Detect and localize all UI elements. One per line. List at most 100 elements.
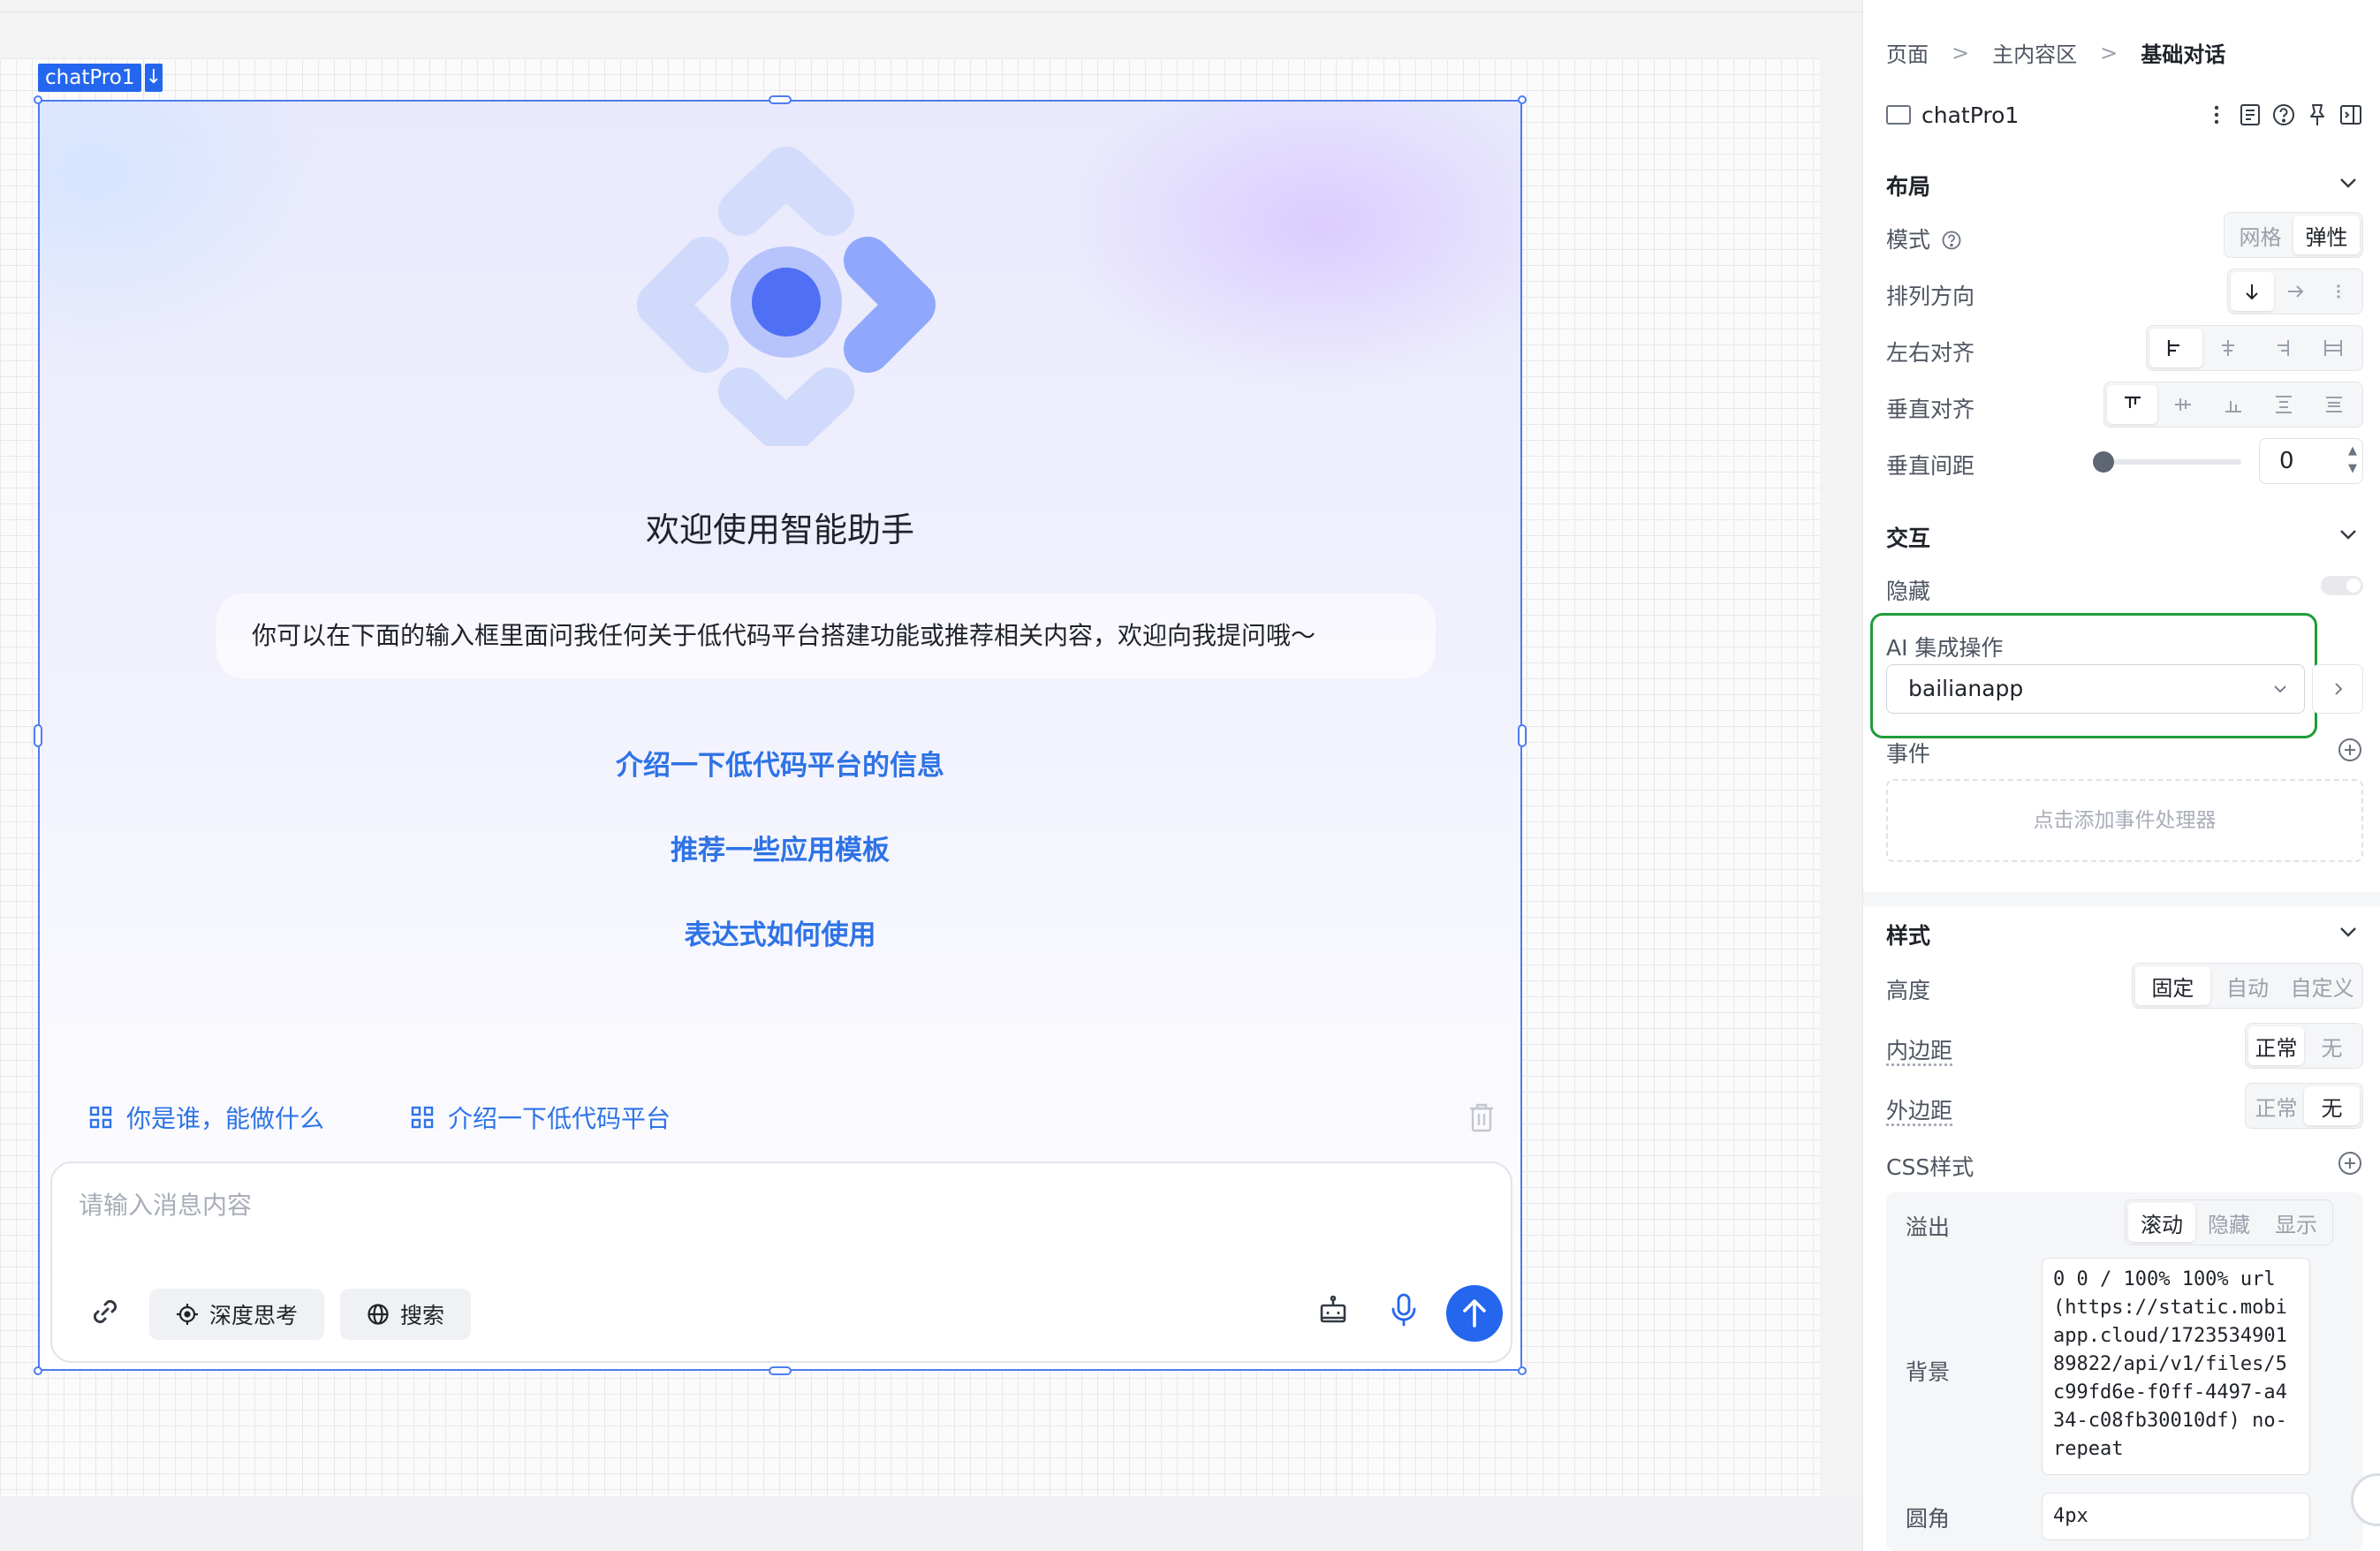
padding-option-none[interactable]: 无 [2304,1026,2360,1065]
pin-icon[interactable] [2305,102,2330,127]
add-event-plus-icon[interactable] [2337,737,2363,763]
message-input-placeholder[interactable]: 请输入消息内容 [79,1186,252,1222]
toggle-knob [2346,579,2361,593]
search-button[interactable]: 搜索 [340,1289,472,1340]
overflow-option-visible[interactable]: 显示 [2263,1203,2330,1242]
help-icon[interactable] [1941,230,1962,251]
interaction-section-title[interactable]: 交互 [1886,521,1930,553]
direction-label: 排列方向 [1886,284,1975,309]
stepper-arrows-icon[interactable]: ▲ ▼ [2348,443,2357,478]
vertical-align-control [2103,382,2363,427]
valign-middle[interactable] [2157,385,2208,424]
vertical-gap-slider-handle[interactable] [2093,451,2114,473]
align-right-icon [2277,340,2289,356]
deep-think-label: 深度思考 [209,1303,299,1328]
resize-handle-bottom-left[interactable] [34,1366,42,1375]
chevron-down-icon[interactable] [2338,173,2358,193]
attach-link-icon[interactable] [87,1294,123,1329]
breadcrumb-separator: > [2100,40,2119,65]
send-button[interactable] [1446,1285,1503,1342]
vertical-gap-slider[interactable] [2100,459,2241,465]
suggestion-2[interactable]: 推荐一些应用模板 [40,828,1520,867]
select-parent-arrow[interactable]: ↓ [145,64,163,92]
direction-horizontal[interactable] [2274,272,2317,311]
quick-action-1[interactable]: 你是谁，能做什么 [89,1100,324,1135]
panel-collapse-icon[interactable] [2338,102,2363,127]
style-section-title[interactable]: 样式 [1886,919,1930,950]
align-right[interactable] [2255,329,2308,367]
chevron-down-icon[interactable] [2338,525,2358,544]
robot-icon[interactable] [1317,1294,1349,1326]
mode-option-grid[interactable]: 网格 [2227,216,2293,254]
space-around-icon [2326,397,2343,412]
resize-handle-top[interactable] [769,95,792,104]
chevron-down-icon[interactable] [2338,922,2358,942]
css-style-label: CSS样式 [1886,1154,1974,1180]
radius-input[interactable]: 4px [2042,1493,2310,1540]
height-option-fixed[interactable]: 固定 [2135,966,2210,1005]
align-stretch[interactable] [2308,329,2361,367]
suggestion-1[interactable]: 介绍一下低代码平台的信息 [40,743,1520,783]
valign-space-between[interactable] [2259,385,2309,424]
direction-wrap[interactable] [2316,272,2360,311]
resize-handle-top-right[interactable] [1518,95,1527,104]
welcome-title: 欢迎使用智能助手 [645,511,914,549]
horizontal-align-label: 左右对齐 [1886,340,1975,366]
align-left[interactable] [2149,329,2202,367]
valign-space-around[interactable] [2309,385,2360,424]
overflow-option-scroll[interactable]: 滚动 [2128,1203,2195,1242]
align-stretch-icon [2324,340,2343,356]
overflow-option-hidden[interactable]: 隐藏 [2195,1203,2263,1242]
add-event-handler-area[interactable]: 点击添加事件处理器 [1886,779,2363,862]
margin-label[interactable]: 外边距 [1886,1093,1952,1125]
resize-handle-bottom[interactable] [769,1366,792,1375]
margin-option-none[interactable]: 无 [2304,1086,2360,1125]
padding-option-normal[interactable]: 正常 [2248,1026,2304,1065]
ai-integration-select[interactable]: bailianapp [1886,664,2305,714]
background-css-textarea[interactable]: 0 0 / 100% 100% url(https://static.mobia… [2042,1258,2310,1475]
margin-control: 正常 无 [2245,1083,2363,1129]
layout-section-title[interactable]: 布局 [1886,170,1930,201]
microphone-icon[interactable] [1388,1292,1420,1328]
suggestion-3[interactable]: 表达式如何使用 [40,912,1520,952]
add-css-plus-icon[interactable] [2337,1150,2363,1176]
component-name: chatPro1 [1921,102,2020,128]
more-vertical-icon[interactable] [2204,102,2229,127]
help-icon[interactable] [2271,102,2296,127]
valign-bottom[interactable] [2208,385,2258,424]
breadcrumb-page[interactable]: 页面 [1886,37,1929,68]
arrow-up-icon [1463,1299,1486,1328]
trash-icon[interactable] [1467,1101,1497,1133]
document-icon[interactable] [2238,102,2263,127]
height-mode-control: 固定 自动 自定义 [2132,963,2363,1009]
valign-top-icon [2124,396,2141,408]
message-input-box[interactable]: 请输入消息内容 深度思考 搜索 [50,1161,1512,1363]
quick-action-2[interactable]: 介绍一下低代码平台 [411,1100,671,1135]
mode-segmented-control: 网格 弹性 [2224,212,2363,258]
resize-handle-right[interactable] [1518,724,1527,747]
css-style-editor: 溢出 滚动 隐藏 显示 背景 0 0 / 100% 100% url(https… [1886,1192,2363,1551]
hidden-toggle[interactable] [2321,576,2363,595]
chat-component[interactable]: 欢迎使用智能助手 你可以在下面的输入框里面问我任何关于低代码平台搭建功能或推荐相… [38,100,1522,1371]
height-option-auto[interactable]: 自动 [2210,966,2285,1005]
vertical-align-label: 垂直对齐 [1886,397,1975,422]
vertical-gap-input[interactable]: 0 ▲ ▼ [2259,438,2363,484]
mode-option-flex[interactable]: 弹性 [2293,216,2360,254]
top-strip [0,0,1862,12]
selected-component-label[interactable]: chatPro1 [38,64,142,92]
align-center[interactable] [2202,329,2255,367]
direction-vertical[interactable] [2231,272,2274,311]
ai-integration-detail-button[interactable] [2312,664,2363,714]
resize-handle-bottom-right[interactable] [1518,1366,1527,1375]
padding-label[interactable]: 内边距 [1886,1033,1952,1065]
globe-icon [368,1304,389,1325]
direction-segmented-control [2227,269,2363,314]
resize-handle-left[interactable] [34,724,42,747]
overflow-label: 溢出 [1906,1214,1951,1240]
margin-option-normal[interactable]: 正常 [2248,1086,2304,1125]
height-option-custom[interactable]: 自定义 [2285,966,2360,1005]
valign-top[interactable] [2107,385,2158,424]
deep-think-button[interactable]: 深度思考 [149,1289,325,1340]
resize-handle-top-left[interactable] [34,95,42,104]
breadcrumb-main-area[interactable]: 主内容区 [1992,37,2077,68]
